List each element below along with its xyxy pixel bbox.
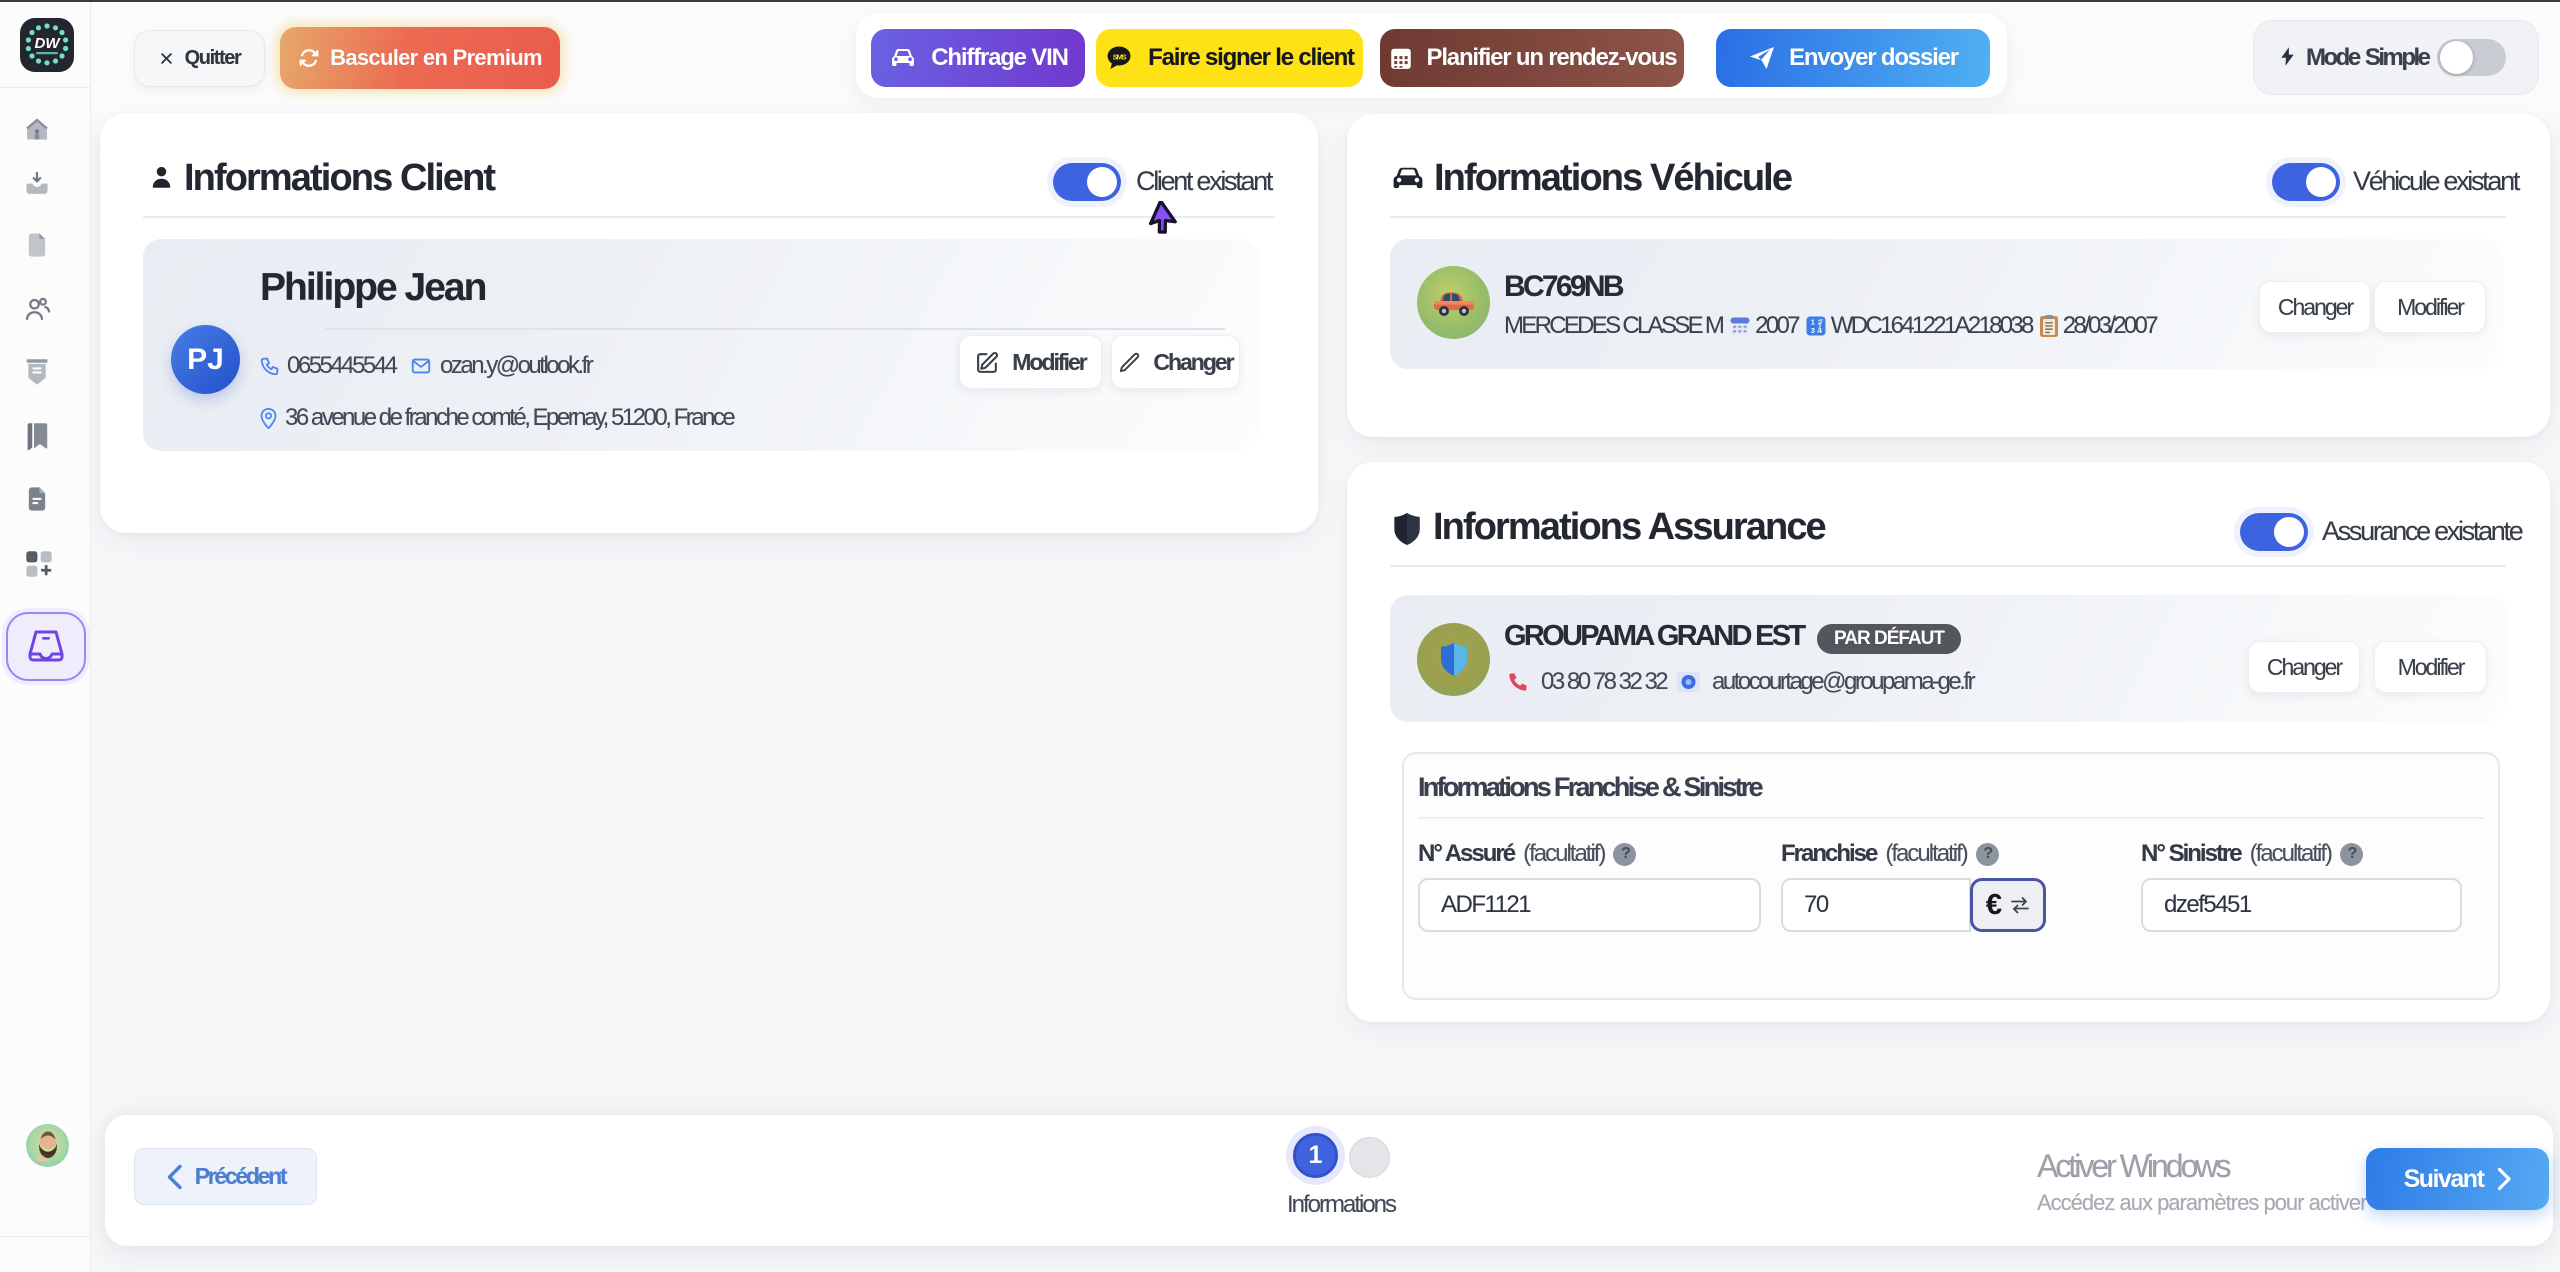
svg-text:DW: DW (35, 35, 62, 52)
svg-text:SMS: SMS (1113, 53, 1127, 62)
